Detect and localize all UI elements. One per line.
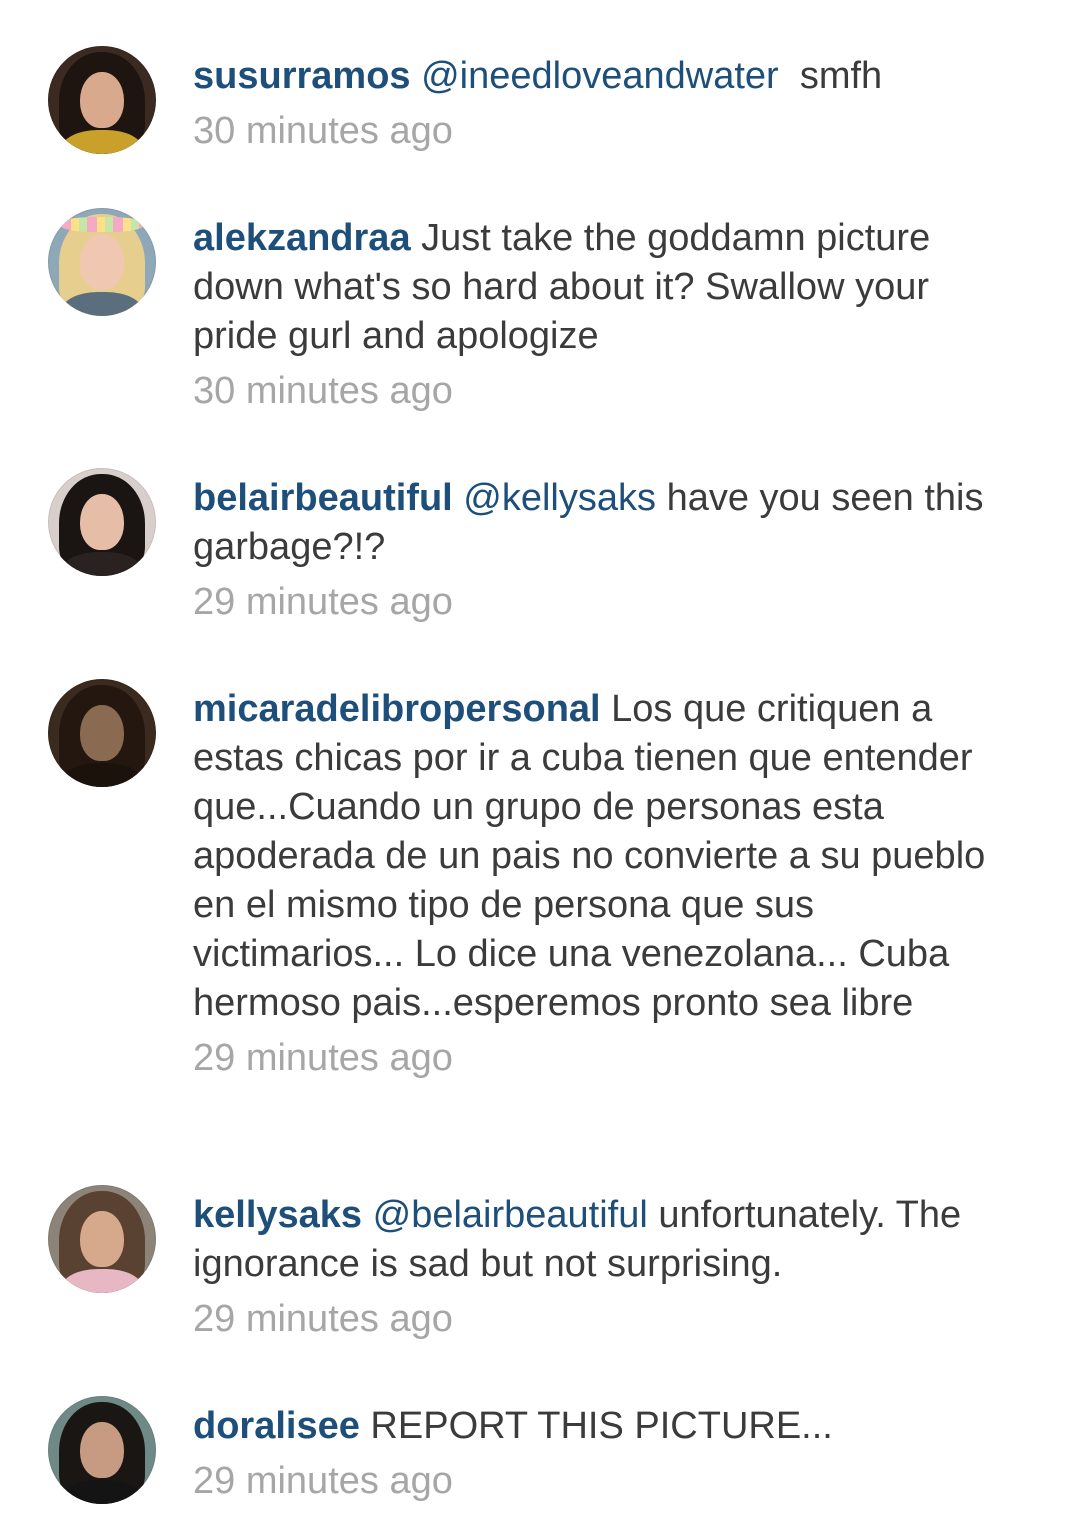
user-avatar-photo[interactable] [48, 468, 156, 576]
user-avatar-photo[interactable] [48, 1185, 156, 1293]
comment-username[interactable]: belairbeautiful [193, 477, 453, 519]
comment-text: belairbeautiful @kellysaks have you seen… [193, 474, 993, 626]
comment-timestamp: 30 minutes ago [193, 370, 453, 412]
flower-crown-icon [60, 216, 144, 232]
comment-timestamp: 29 minutes ago [193, 1460, 453, 1502]
comment-mention[interactable]: @kellysaks [463, 477, 656, 519]
comment-timestamp: 29 minutes ago [193, 581, 453, 623]
comment-mention[interactable]: @belairbeautiful [373, 1194, 648, 1236]
comment-list: susurramos @ineedloveandwater smfh 30 mi… [0, 0, 1080, 1520]
user-avatar-photo[interactable] [48, 208, 156, 316]
user-avatar-photo[interactable] [48, 1396, 156, 1504]
comment-username[interactable]: susurramos [193, 55, 411, 97]
comment-username[interactable]: alekzandraa [193, 217, 411, 259]
user-avatar-photo[interactable] [48, 46, 156, 154]
comment-username[interactable]: doralisee [193, 1405, 360, 1447]
comment-mention[interactable]: @ineedloveandwater [421, 55, 779, 97]
comment-body: REPORT THIS PICTURE... [359, 1405, 833, 1447]
user-avatar-photo[interactable] [48, 679, 156, 787]
comment-text: doralisee REPORT THIS PICTURE... 29 minu… [193, 1402, 993, 1505]
comment-text: susurramos @ineedloveandwater smfh 30 mi… [193, 52, 993, 155]
comment-body: Los que critiquen a estas chicas por ir … [193, 688, 986, 1024]
comment-timestamp: 29 minutes ago [193, 1298, 453, 1340]
comment-text: micaradelibropersonal Los que critiquen … [193, 685, 993, 1082]
comment-timestamp: 30 minutes ago [193, 110, 453, 152]
comment-text: kellysaks @belairbeautiful unfortunately… [193, 1191, 993, 1343]
comment-timestamp: 29 minutes ago [193, 1037, 453, 1079]
comment-text: alekzandraa Just take the goddamn pictur… [193, 214, 993, 415]
comment-body: smfh [778, 55, 883, 97]
comment-username[interactable]: kellysaks [193, 1194, 362, 1236]
comment-username[interactable]: micaradelibropersonal [193, 688, 601, 730]
